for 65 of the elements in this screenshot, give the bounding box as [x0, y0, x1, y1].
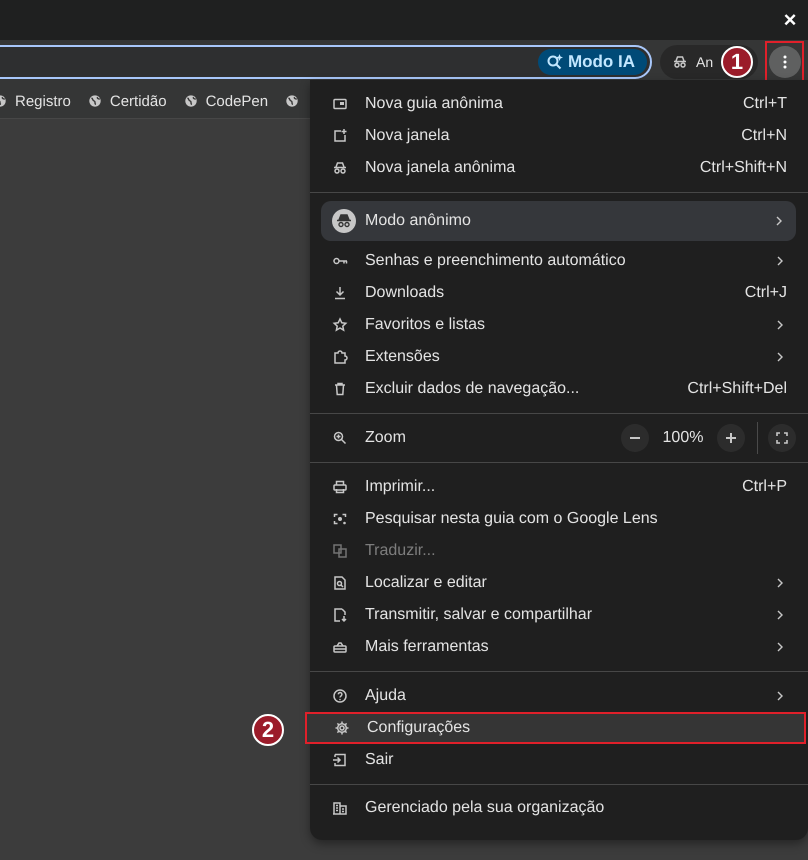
- puzzle-icon: [332, 349, 348, 365]
- menu-item[interactable]: Mais ferramentas: [310, 631, 808, 663]
- star-icon: [332, 317, 348, 333]
- plus-icon: [726, 433, 736, 443]
- help-icon: [332, 688, 348, 704]
- bookmark[interactable]: Certidão: [88, 92, 167, 110]
- zoom-out-button[interactable]: [621, 424, 649, 452]
- chevron-right-icon: [776, 610, 784, 620]
- settings-icon: [334, 720, 350, 736]
- menu-item[interactable]: Configurações: [305, 712, 806, 744]
- step-badge: 2: [252, 714, 284, 746]
- minus-icon: [630, 437, 640, 439]
- download-icon: [332, 285, 348, 301]
- incognito-icon: [332, 160, 348, 176]
- address-bar[interactable]: Modo IA: [0, 45, 652, 79]
- menu-item[interactable]: Pesquisar nesta guia com o Google Lens: [310, 503, 808, 535]
- chevron-right-icon: [776, 256, 784, 266]
- more-icon: [782, 55, 786, 69]
- exit-icon: [332, 752, 348, 768]
- globe-icon: [285, 94, 300, 108]
- menu-item[interactable]: Nova janela anônima Ctrl+Shift+N: [310, 152, 808, 184]
- chevron-right-icon: [776, 691, 784, 701]
- menu-item[interactable]: Sair: [310, 744, 808, 776]
- translate-icon: [332, 543, 348, 559]
- menu-item[interactable]: Modo anônimo: [321, 201, 796, 241]
- tab-icon: [332, 96, 348, 112]
- chevron-right-icon: [775, 216, 783, 226]
- menu-item[interactable]: Senhas e preenchimento automático: [310, 245, 808, 277]
- menu-item[interactable]: Extensões: [310, 341, 808, 373]
- globe-icon: [88, 94, 102, 108]
- menu-item[interactable]: Ajuda: [310, 680, 808, 712]
- menu-item[interactable]: Gerenciado pela sua organização: [310, 792, 808, 824]
- incognito-icon: [332, 209, 356, 233]
- menu-item[interactable]: Excluir dados de navegação... Ctrl+Shift+Del: [310, 373, 808, 405]
- bookmark[interactable]: CodePen: [184, 92, 268, 110]
- close-button[interactable]: ×: [772, 2, 808, 38]
- zoom-icon: [332, 430, 348, 446]
- menu-item[interactable]: Downloads Ctrl+J: [310, 277, 808, 309]
- chevron-right-icon: [776, 352, 784, 362]
- trash-icon: [332, 381, 348, 397]
- ai-mode-button[interactable]: Modo IA: [538, 49, 647, 75]
- menu-item[interactable]: Transmitir, salvar e compartilhar: [310, 599, 808, 631]
- new-window-icon: [332, 128, 348, 144]
- chevron-right-icon: [776, 642, 784, 652]
- chevron-right-icon: [776, 578, 784, 588]
- incognito-icon: [672, 54, 688, 70]
- search-sparkle-icon: [546, 53, 564, 71]
- menu-button[interactable]: [768, 46, 800, 78]
- fullscreen-icon: [776, 432, 788, 444]
- menu-item[interactable]: Nova guia anônima Ctrl+T: [310, 88, 808, 120]
- zoom-label: Zoom: [365, 429, 406, 447]
- find-page-icon: [332, 575, 348, 591]
- menu-item[interactable]: Localizar e editar: [310, 567, 808, 599]
- menu-item[interactable]: Nova janela Ctrl+N: [310, 120, 808, 152]
- bookmark[interactable]: Registro: [0, 92, 71, 110]
- fullscreen-button[interactable]: [768, 424, 796, 452]
- lens-icon: [332, 511, 348, 527]
- cast-save-icon: [332, 607, 348, 623]
- zoom-in-button[interactable]: [717, 424, 745, 452]
- printer-icon: [332, 479, 348, 495]
- menu-item[interactable]: Favoritos e listas: [310, 309, 808, 341]
- chevron-right-icon: [776, 320, 784, 330]
- menu-item[interactable]: Imprimir... Ctrl+P: [310, 471, 808, 503]
- globe-icon: [184, 94, 198, 108]
- zoom-level: 100%: [662, 429, 704, 447]
